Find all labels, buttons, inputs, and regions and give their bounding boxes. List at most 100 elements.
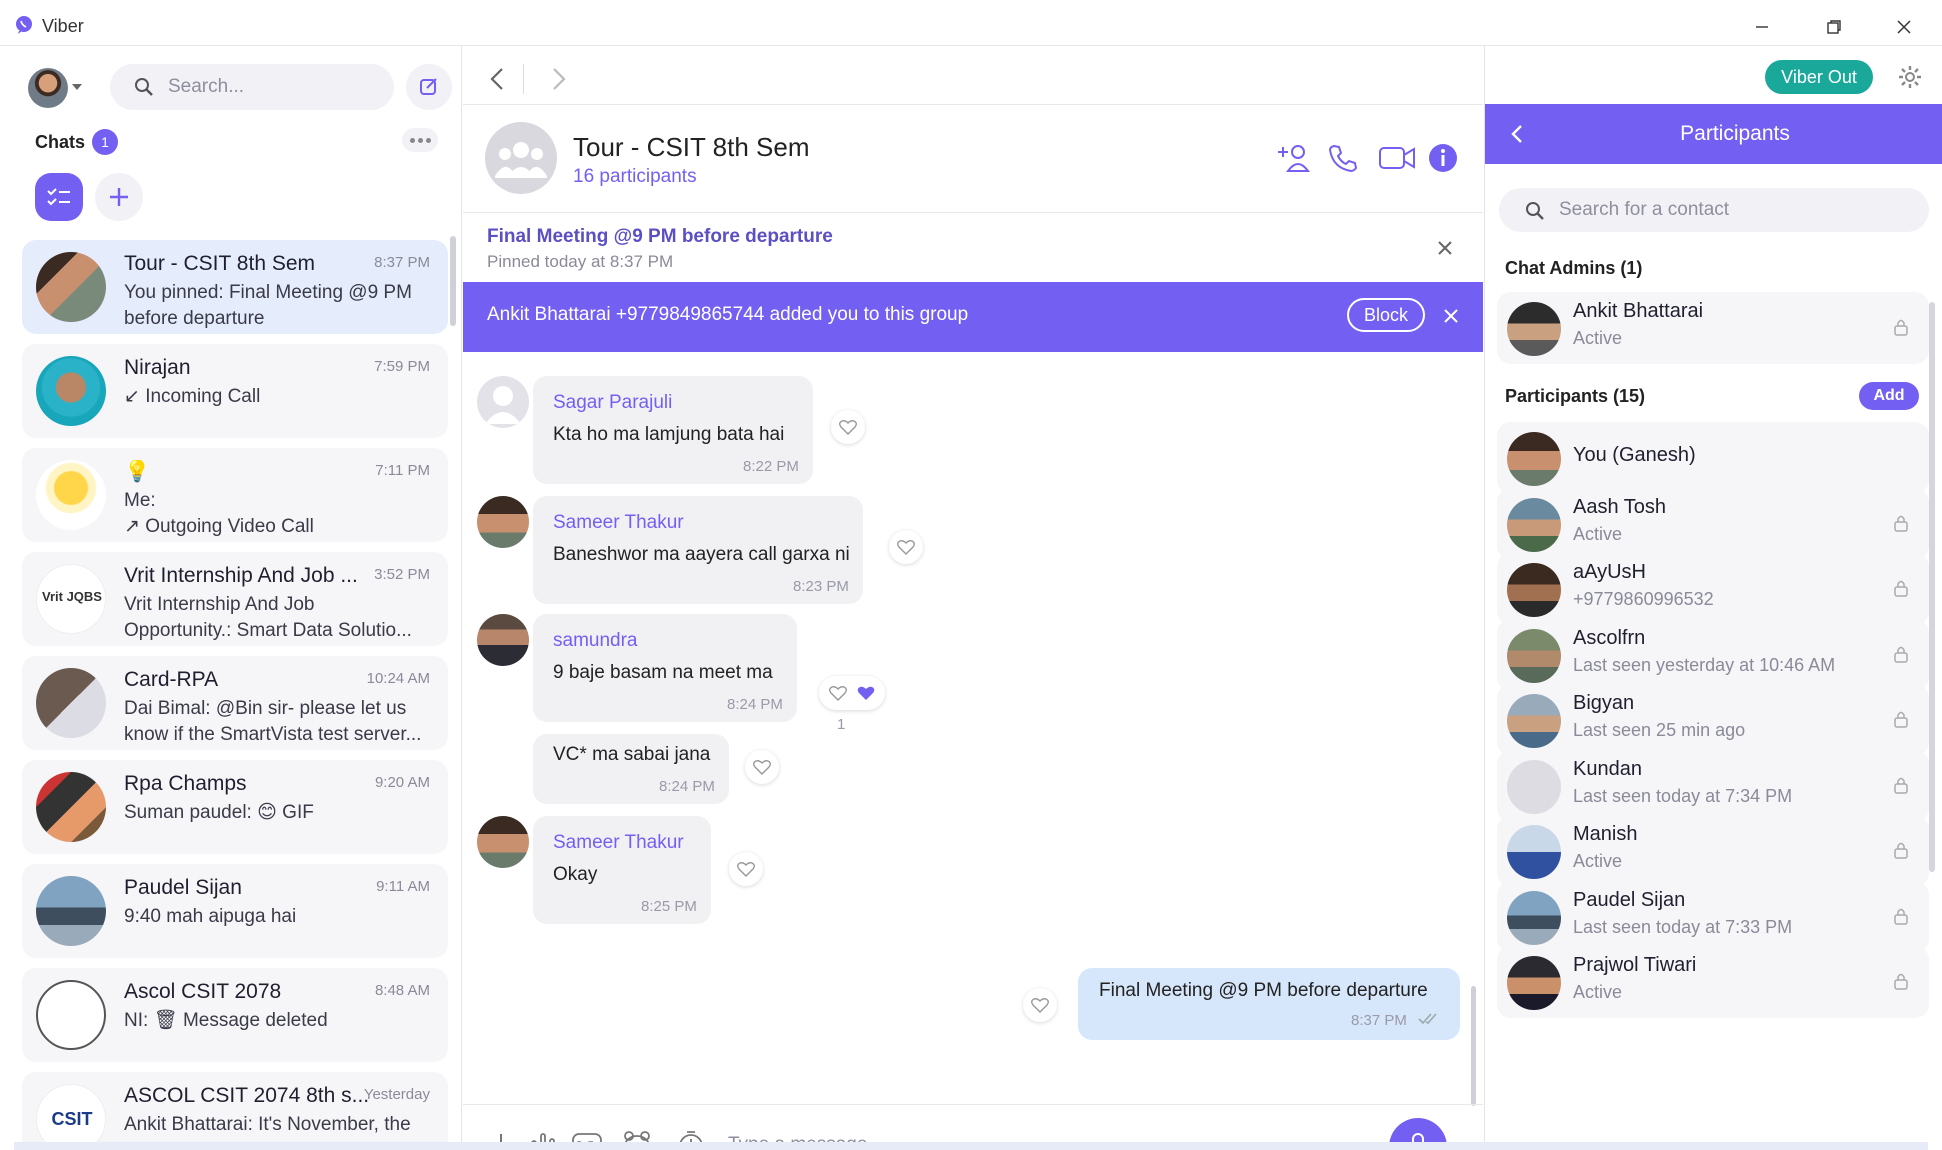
settings-button[interactable] xyxy=(1895,62,1925,92)
like-button[interactable] xyxy=(745,750,779,784)
chat-list-item[interactable]: Tour - CSIT 8th Sem 8:37 PM You pinned: Fi… xyxy=(22,240,448,334)
participant-avatar xyxy=(1507,302,1561,356)
video-call-button[interactable] xyxy=(1377,138,1417,178)
participant-avatar xyxy=(1507,956,1561,1010)
participant-item[interactable]: Manish Active xyxy=(1497,815,1929,887)
double-check-icon xyxy=(1418,1013,1437,1025)
chat-list-item[interactable]: CSIT ASCOL CSIT 2074 8th s... Yesterday Ank… xyxy=(22,1072,448,1150)
chat-list-item[interactable]: Card-RPA 10:24 AM Dai Bimal: @Bin sir- ple… xyxy=(22,656,448,750)
sender-avatar[interactable] xyxy=(477,376,529,428)
search-placeholder: Search... xyxy=(168,76,245,97)
close-window-button[interactable] xyxy=(1888,12,1920,42)
video-camera-icon xyxy=(1379,147,1415,169)
forward-arrow-icon[interactable] xyxy=(543,64,573,94)
like-button[interactable] xyxy=(889,530,923,564)
participant-name: aAyUsH xyxy=(1573,561,1646,583)
group-icon xyxy=(495,142,547,178)
chats-heading: Chats xyxy=(35,132,86,152)
participant-status: Last seen 25 min ago xyxy=(1573,720,1746,740)
new-chat-button[interactable] xyxy=(406,64,452,110)
viber-out-button[interactable]: Viber Out xyxy=(1765,60,1873,94)
like-button[interactable] xyxy=(729,852,763,886)
restore-button[interactable] xyxy=(1818,12,1850,42)
chat-list-item[interactable]: Rpa Champs 9:20 AM Suman paudel: 😊 GIF xyxy=(22,760,448,854)
chat-preview: Dai Bimal: @Bin sir- please let us know … xyxy=(124,698,422,745)
audio-call-button[interactable] xyxy=(1323,138,1363,178)
message-sender[interactable]: samundra xyxy=(553,630,638,652)
reaction-count[interactable]: 1 xyxy=(837,716,845,733)
close-icon[interactable] xyxy=(1433,236,1457,260)
participant-status: +9779860996532 xyxy=(1573,589,1714,609)
chat-list-scrollbar[interactable] xyxy=(450,236,456,326)
chat-name: Rpa Champs xyxy=(124,772,247,795)
message-sender[interactable]: Sameer Thakur xyxy=(553,832,684,854)
like-button[interactable] xyxy=(1023,988,1057,1022)
participants-count-link[interactable]: 16 participants xyxy=(573,166,697,188)
chat-preview: Suman paudel: 😊 GIF xyxy=(124,802,314,823)
sender-avatar[interactable] xyxy=(477,496,529,548)
block-button[interactable]: Block xyxy=(1347,298,1425,332)
chat-preview: Me: ↗ Outgoing Video Call xyxy=(124,490,314,537)
message-time: 8:23 PM xyxy=(793,578,849,595)
participant-item[interactable]: You (Ganesh) xyxy=(1497,422,1929,494)
reactions-pill[interactable] xyxy=(819,676,885,710)
group-avatar[interactable] xyxy=(485,122,557,194)
message-sender[interactable]: Sagar Parajuli xyxy=(553,392,672,414)
participant-name: Manish xyxy=(1573,823,1638,845)
own-message-bubble[interactable] xyxy=(1078,968,1460,1040)
compose-icon xyxy=(420,78,437,95)
message-time: 8:24 PM xyxy=(727,696,783,713)
chat-preview: NI: 🗑 Message deleted xyxy=(124,1010,328,1031)
participant-name: Kundan xyxy=(1573,757,1642,780)
message-sender[interactable]: Sameer Thakur xyxy=(553,512,684,534)
participant-item[interactable]: aAyUsH +9779860996532 xyxy=(1497,553,1929,625)
conversation-scrollbar[interactable] xyxy=(1471,986,1476,1106)
my-avatar[interactable] xyxy=(28,68,68,108)
like-button[interactable] xyxy=(831,410,865,444)
minimize-button[interactable] xyxy=(1746,12,1778,42)
participant-item[interactable]: Bigyan Last seen 25 min ago xyxy=(1497,684,1929,756)
chat-time: 7:11 PM xyxy=(375,462,430,479)
chat-admins-heading: Chat Admins (1) xyxy=(1505,258,1643,278)
add-folder-button[interactable] xyxy=(95,173,143,221)
chat-list-item[interactable]: Vrit JQBS Vrit Internship And Job ... 3:52… xyxy=(22,552,448,646)
participants-scrollbar[interactable] xyxy=(1929,302,1935,872)
chat-list-item[interactable]: 💡 7:11 PM Me: ↗ Outgoing Video Call xyxy=(22,448,448,542)
chat-list-item[interactable]: Nirajan 7:59 PM ↙ Incoming Call xyxy=(22,344,448,438)
lock-icon xyxy=(1894,973,1908,990)
back-arrow-icon[interactable] xyxy=(1507,122,1527,146)
more-options-button[interactable] xyxy=(402,128,438,152)
lock-icon xyxy=(1894,515,1908,532)
sender-avatar[interactable] xyxy=(477,614,529,666)
lock-icon xyxy=(1894,580,1908,597)
participant-status: Active xyxy=(1573,982,1623,1002)
participant-avatar xyxy=(1507,628,1561,683)
sender-avatar[interactable] xyxy=(477,816,529,868)
back-arrow-icon[interactable] xyxy=(483,64,513,94)
info-button[interactable] xyxy=(1423,138,1463,178)
add-participant-button[interactable] xyxy=(1273,138,1313,178)
chat-avatar xyxy=(36,460,106,530)
participant-item[interactable]: Paudel Sijan Last seen today at 7:33 PM xyxy=(1497,880,1929,953)
heart-icon xyxy=(1031,998,1049,1013)
participants-panel: Viber Out Participants Search for a cont… xyxy=(1484,46,1942,1150)
chat-filter-button[interactable] xyxy=(35,173,83,221)
pinned-message-title[interactable]: Final Meeting @9 PM before departure xyxy=(487,226,833,248)
chat-list: Tour - CSIT 8th Sem 8:37 PM You pinned: Fi… xyxy=(22,240,448,1150)
message-time: 8:24 PM xyxy=(659,778,715,795)
participant-item[interactable]: Ankit Bhattarai Active xyxy=(1497,292,1929,364)
chat-list-item[interactable]: Ascol CSIT 2078 8:48 AM NI: 🗑 Message dele… xyxy=(22,968,448,1062)
chat-list-item[interactable]: Paudel Sijan 9:11 AM 9:40 mah aipuga hai xyxy=(22,864,448,958)
chat-preview: Vrit Internship And Job Opportunity.: Sm… xyxy=(124,594,412,641)
chevron-down-icon[interactable] xyxy=(72,84,82,90)
participant-item[interactable]: Kundan Last seen today at 7:34 PM xyxy=(1497,749,1929,822)
participant-item[interactable]: Prajwol Tiwari Active xyxy=(1497,946,1929,1018)
restore-icon xyxy=(1827,20,1841,34)
participant-name: Ankit Bhattarai xyxy=(1573,300,1704,322)
participant-item[interactable]: Ascolfrn Last seen yesterday at 10:46 AM xyxy=(1497,618,1929,691)
conversation-title: Tour - CSIT 8th Sem xyxy=(573,132,810,162)
add-participant-button[interactable]: Add xyxy=(1859,382,1919,410)
participant-name: Bigyan xyxy=(1573,692,1635,714)
close-icon[interactable] xyxy=(1439,304,1463,328)
participant-item[interactable]: Aash Tosh Active xyxy=(1497,487,1929,560)
